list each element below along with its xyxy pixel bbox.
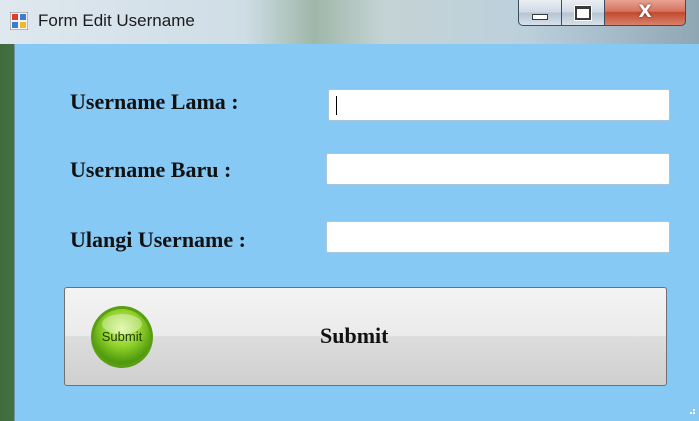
username-baru-input[interactable] [326,153,670,185]
window-title: Form Edit Username [38,11,195,30]
ulangi-username-label: Ulangi Username : [70,227,246,252]
text-caret [336,96,337,115]
username-lama-input[interactable] [328,89,670,121]
minimize-icon [532,13,548,20]
window: Form Edit Username X Username Lama : Use… [0,0,699,421]
resize-grip-icon[interactable] [686,405,696,415]
username-lama-label: Username Lama : [70,89,239,114]
app-form-icon [10,12,28,30]
ulangi-username-input[interactable] [326,221,670,253]
submit-green-icon: Submit [91,306,153,368]
maximize-button[interactable] [561,0,605,26]
username-baru-label: Username Baru : [70,157,232,182]
close-icon: X [638,1,652,22]
submit-icon-text: Submit [102,329,143,344]
submit-button-label: Submit [320,323,389,348]
close-button[interactable]: X [604,0,686,26]
title-bar[interactable]: Form Edit Username X [0,0,699,44]
minimize-button[interactable] [518,0,562,26]
submit-button[interactable]: Submit Submit [64,287,667,386]
form-client-area: Username Lama : Username Baru : Ulangi U… [14,44,699,421]
maximize-icon [575,5,591,20]
